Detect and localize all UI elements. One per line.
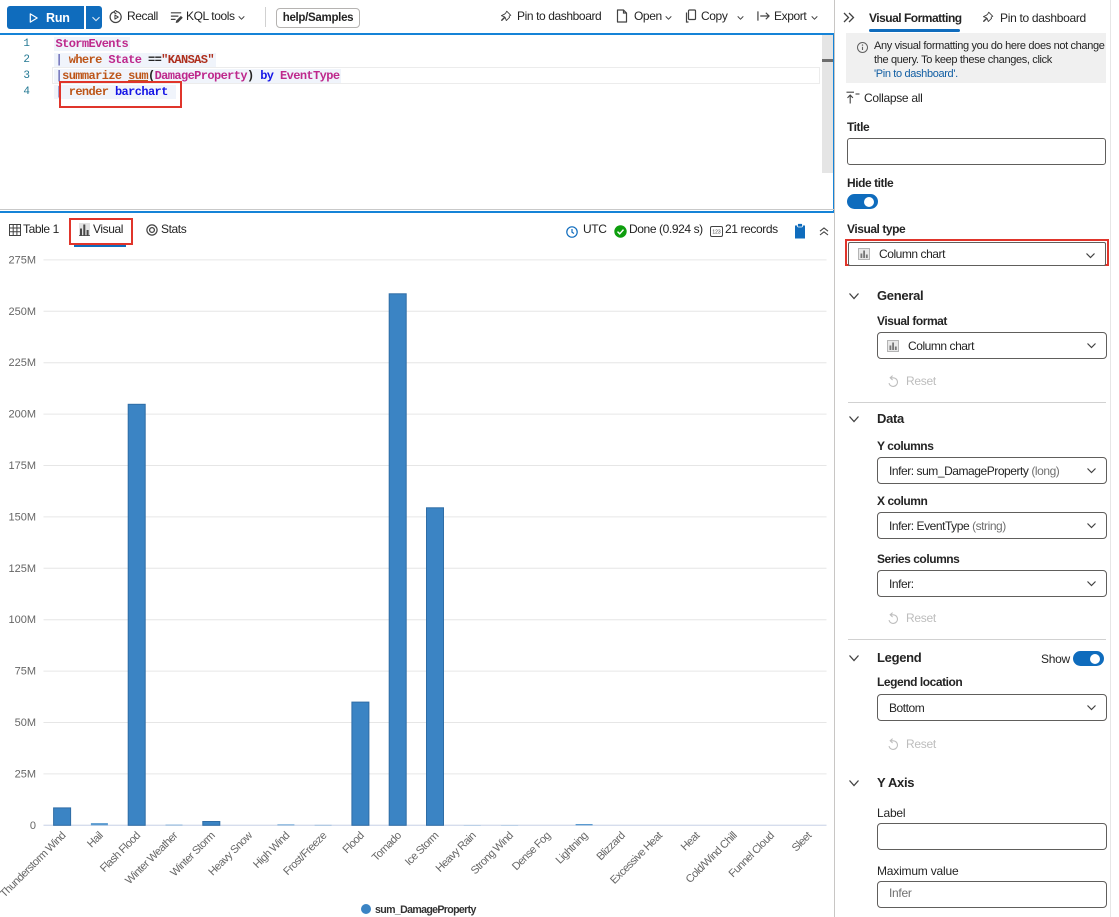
svg-text:Heat: Heat [679,830,703,854]
svg-text:Lightning: Lightning [554,830,591,867]
svg-text:250M: 250M [8,306,36,318]
svg-text:100M: 100M [8,614,36,626]
svg-text:125M: 125M [8,563,36,575]
svg-text:275M: 275M [8,254,36,266]
svg-text:175M: 175M [8,460,36,472]
svg-text:Tornado: Tornado [370,830,404,864]
svg-text:Ice Storm: Ice Storm [403,830,442,869]
svg-text:50M: 50M [15,717,36,729]
svg-text:Hail: Hail [85,830,105,850]
svg-text:25M: 25M [15,768,36,780]
svg-text:225M: 225M [8,357,36,369]
svg-text:123: 123 [712,230,721,236]
svg-text:0: 0 [30,820,36,832]
svg-text:Dense Fog: Dense Fog [510,830,553,873]
svg-text:150M: 150M [8,511,36,523]
svg-text:75M: 75M [15,666,36,678]
svg-text:Sleet: Sleet [790,830,815,855]
svg-text:Flood: Flood [341,830,367,856]
svg-text:Blizzard: Blizzard [594,830,627,863]
svg-text:Thunderstorm Wind: Thunderstorm Wind [0,830,69,900]
svg-text:200M: 200M [8,409,36,421]
svg-text:sum_DamageProperty: sum_DamageProperty [375,904,477,916]
